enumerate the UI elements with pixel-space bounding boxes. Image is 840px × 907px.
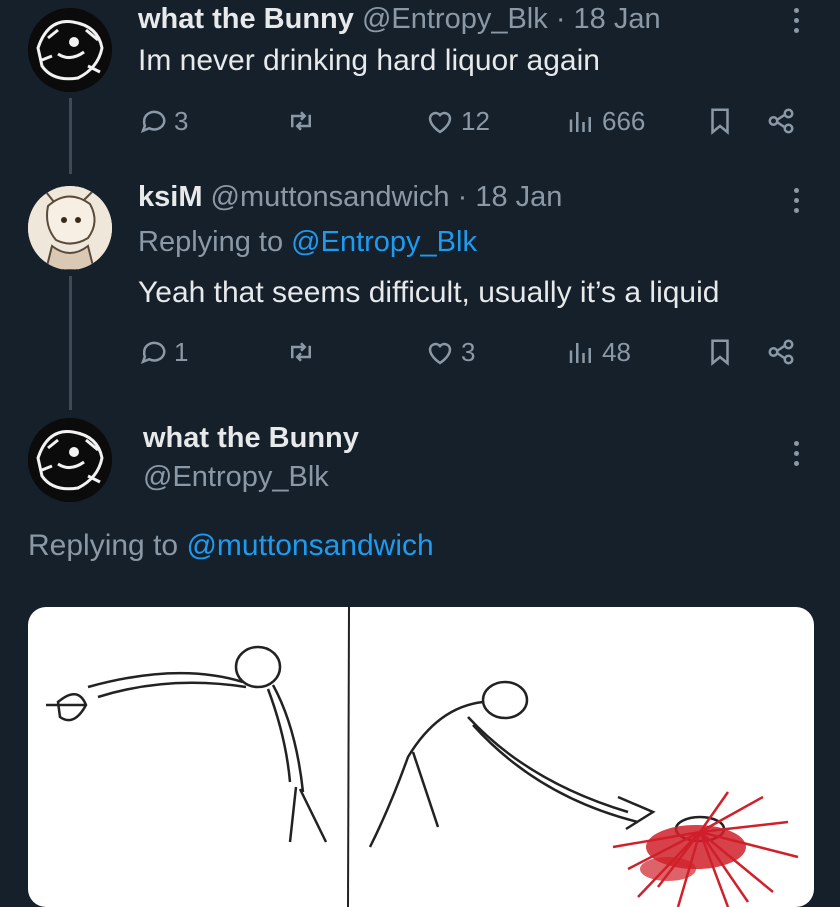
author-handle[interactable]: @Entropy_Blk xyxy=(362,3,548,35)
avatar-drawing-icon xyxy=(28,186,112,270)
views-button[interactable]: 666 xyxy=(566,106,645,137)
author-handle[interactable]: @Entropy_Blk xyxy=(143,461,329,494)
retweet-icon xyxy=(291,342,311,362)
like-icon xyxy=(428,111,452,133)
replying-to: Replying to @Entropy_Blk xyxy=(138,226,477,259)
replying-to: Replying to @muttonsandwich xyxy=(28,529,434,563)
author-handle[interactable]: @muttonsandwich xyxy=(211,181,450,213)
reply-count: 3 xyxy=(174,106,189,136)
like-count: 3 xyxy=(461,337,476,367)
views-icon xyxy=(569,342,591,363)
like-button[interactable]: 3 xyxy=(425,337,475,368)
bookmark-icon xyxy=(711,108,729,135)
like-icon xyxy=(428,342,452,364)
tweet-text: Im never drinking hard liquor again xyxy=(138,44,600,77)
views-count: 666 xyxy=(602,106,646,136)
tweet-date[interactable]: · 18 Jan xyxy=(556,3,661,35)
views-button[interactable]: 48 xyxy=(566,337,631,368)
avatar-drawing-icon xyxy=(28,8,112,92)
replying-to-handle[interactable]: @Entropy_Blk xyxy=(291,226,477,258)
more-icon[interactable] xyxy=(791,8,801,33)
views-count: 48 xyxy=(602,337,631,367)
share-icon xyxy=(768,108,794,134)
avatar[interactable] xyxy=(28,186,112,270)
thread-line xyxy=(69,276,72,410)
avatar[interactable] xyxy=(28,418,112,502)
share-icon xyxy=(768,339,794,365)
avatar-drawing-icon xyxy=(28,418,112,502)
views-icon xyxy=(569,111,591,132)
tweet-text: Yeah that seems difficult, usually it’s … xyxy=(138,276,720,309)
like-button[interactable]: 12 xyxy=(425,106,490,137)
retweet-icon xyxy=(291,111,311,131)
bookmark-button[interactable] xyxy=(705,106,735,136)
reply-icon xyxy=(140,341,166,364)
tweet-date[interactable]: · 18 Jan xyxy=(458,181,563,213)
author-name[interactable]: what the Bunny xyxy=(143,422,359,455)
reply-button[interactable]: 1 xyxy=(138,337,188,368)
author-name[interactable]: ksiM xyxy=(138,181,202,213)
tweet-media-image[interactable] xyxy=(28,607,814,907)
share-button[interactable] xyxy=(766,106,796,136)
bookmark-button[interactable] xyxy=(705,337,735,367)
replying-to-prefix: Replying to xyxy=(138,226,284,258)
more-icon[interactable] xyxy=(791,441,801,466)
reply-count: 1 xyxy=(174,337,189,367)
stick-figure-drawing xyxy=(46,607,799,907)
replying-to-handle[interactable]: @muttonsandwich xyxy=(186,529,433,562)
avatar[interactable] xyxy=(28,8,112,92)
more-icon[interactable] xyxy=(791,188,801,213)
share-button[interactable] xyxy=(766,337,796,367)
author-name[interactable]: what the Bunny xyxy=(138,3,354,35)
retweet-button[interactable] xyxy=(286,337,316,367)
retweet-button[interactable] xyxy=(286,106,316,136)
like-count: 12 xyxy=(461,106,490,136)
replying-to-prefix: Replying to xyxy=(28,529,179,562)
reply-icon xyxy=(140,110,166,133)
reply-button[interactable]: 3 xyxy=(138,106,188,137)
bookmark-icon xyxy=(711,339,729,366)
thread-line xyxy=(69,98,72,174)
